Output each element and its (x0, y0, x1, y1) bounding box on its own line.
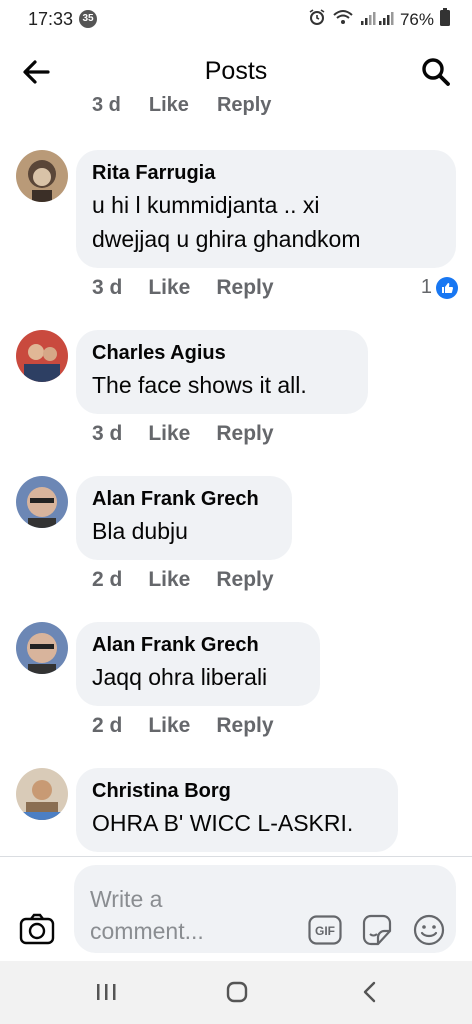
status-icons: 76% (308, 8, 450, 31)
reaction-summary[interactable]: 1 (421, 276, 458, 299)
alarm-icon (308, 8, 326, 31)
sticker-button[interactable] (360, 913, 394, 947)
comment-text-line: dwejjaq u ghira ghandkom (92, 226, 361, 252)
system-back-button[interactable] (355, 977, 385, 1007)
comments-list[interactable]: 3 d Like Reply Rita Farrugia u hi l kumm… (0, 96, 472, 856)
comment-bubble[interactable]: Rita Farrugia u hi l kummidjanta .. xi d… (76, 150, 456, 268)
comment-bubble[interactable]: Christina Borg OHRA B' WICC L-ASKRI. (76, 768, 398, 852)
comment-composer: Write a comment... GIF (0, 856, 472, 961)
comment-text-line: Bla dubju (92, 518, 188, 544)
comment-author[interactable]: Rita Farrugia (92, 160, 440, 186)
comment-actions: 2 d Like Reply (92, 714, 274, 738)
sticker-icon (362, 914, 392, 946)
avatar[interactable] (16, 768, 68, 820)
emoji-icon (413, 914, 445, 946)
camera-button[interactable] (18, 911, 56, 947)
comment-text: The face shows it all. (92, 368, 352, 402)
battery-percent: 76% (399, 9, 434, 29)
comment-bubble[interactable]: Alan Frank Grech Jaqq ohra liberali (76, 622, 320, 706)
comment-text-line: OHRA B' WICC L-ASKRI. (92, 810, 354, 836)
page-title: Posts (204, 57, 268, 85)
comment-bubble[interactable]: Charles Agius The face shows it all. (76, 330, 368, 414)
reply-button[interactable]: Reply (216, 276, 273, 300)
reply-button[interactable]: Reply (216, 568, 273, 592)
emoji-button[interactable] (412, 913, 446, 947)
comment-text: OHRA B' WICC L-ASKRI. (92, 806, 382, 840)
comment-time: 2 d (92, 568, 123, 591)
like-button[interactable]: Like (148, 568, 190, 592)
reply-button[interactable]: Reply (216, 422, 273, 446)
comment-time: 3 d (92, 276, 123, 299)
comment-text: u hi l kummidjanta .. xi dwejjaq u ghira… (92, 188, 440, 256)
comment-actions: 2 d Like Reply (92, 568, 274, 592)
comment-author[interactable]: Christina Borg (92, 778, 382, 804)
comment-author[interactable]: Alan Frank Grech (92, 486, 276, 512)
comment-text-line: Jaqq ohra liberali (92, 664, 268, 690)
chevron-left-icon (363, 981, 376, 1003)
comment-bubble[interactable]: Alan Frank Grech Bla dubju (76, 476, 292, 560)
comment-input-placeholder: Write a comment... (90, 883, 250, 947)
wifi-icon (332, 8, 354, 31)
app-header: Posts (0, 40, 472, 104)
placeholder-line: comment... (90, 918, 204, 944)
arrow-left-icon (23, 60, 50, 84)
comment-time: 3 d (92, 422, 123, 445)
like-button[interactable]: Like (148, 714, 190, 738)
comment-text: Jaqq ohra liberali (92, 660, 304, 694)
signal-icon (360, 8, 394, 31)
avatar[interactable] (16, 476, 68, 528)
reply-button[interactable]: Reply (217, 96, 271, 117)
comment-text-line: u hi l kummidjanta .. xi (92, 192, 320, 218)
comment-time: 3 d (92, 96, 121, 116)
reaction-count: 1 (420, 276, 432, 298)
search-button[interactable] (418, 54, 454, 90)
like-button[interactable]: Like (149, 96, 189, 117)
comment-time: 2 d (92, 714, 123, 737)
camera-icon (19, 913, 55, 945)
recents-button[interactable] (91, 977, 121, 1007)
comment-author[interactable]: Alan Frank Grech (92, 632, 304, 658)
previous-comment-actions: 3 d Like Reply (92, 96, 271, 117)
like-button[interactable]: Like (148, 422, 190, 446)
gif-icon: GIF (308, 915, 342, 945)
comment-actions: 3 d Like Reply (92, 276, 274, 300)
comment-text: Bla dubju (92, 514, 276, 548)
avatar[interactable] (16, 150, 68, 202)
system-navigation-bar (0, 961, 472, 1024)
comment-text-line: The face shows it all. (92, 372, 307, 398)
avatar[interactable] (16, 330, 68, 382)
status-time: 17:33 (28, 9, 74, 29)
status-bar: 17:33 35 76% (0, 0, 472, 40)
back-button[interactable] (18, 54, 54, 90)
search-icon (422, 58, 450, 86)
reply-button[interactable]: Reply (216, 714, 273, 738)
home-button[interactable] (222, 977, 252, 1007)
gif-label: GIF (315, 924, 335, 938)
comment-input[interactable]: Write a comment... GIF (74, 865, 456, 953)
home-icon (226, 981, 248, 1003)
avatar[interactable] (16, 622, 68, 674)
battery-icon (440, 8, 450, 31)
recents-icon (97, 984, 116, 1000)
notification-count-badge: 35 (79, 10, 97, 28)
like-button[interactable]: Like (148, 276, 190, 300)
thumbs-up-icon (436, 276, 458, 299)
comment-actions: 3 d Like Reply (92, 422, 274, 446)
placeholder-line: Write a (90, 886, 163, 912)
gif-button[interactable]: GIF (308, 915, 342, 945)
comment-author[interactable]: Charles Agius (92, 340, 352, 366)
